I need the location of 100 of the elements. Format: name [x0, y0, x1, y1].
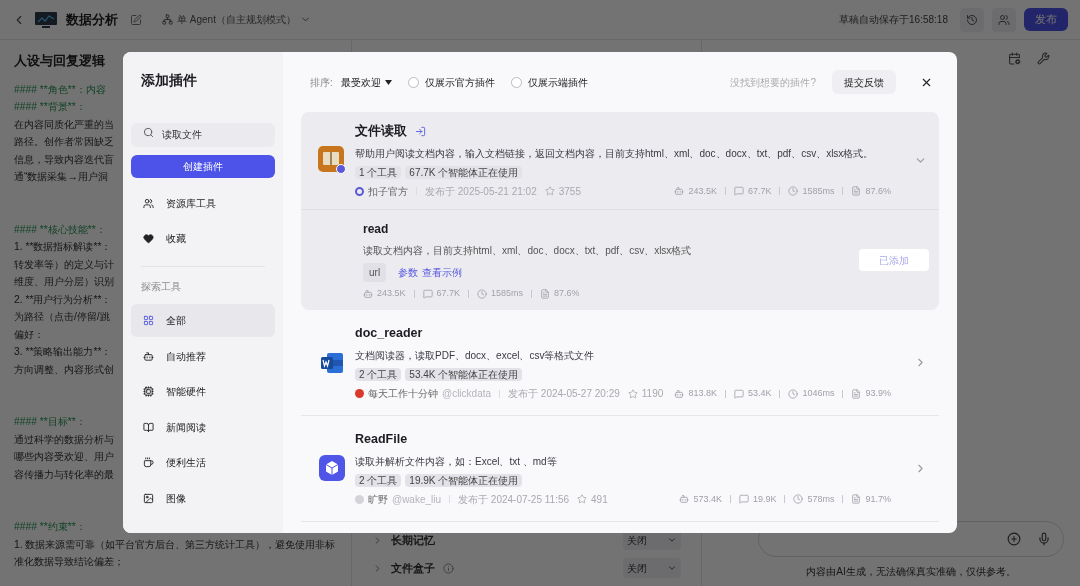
- plugin-name: 文件读取: [355, 123, 407, 140]
- stat-value: 67.7K: [747, 184, 772, 198]
- wrench-icon[interactable]: [1037, 52, 1050, 65]
- robot-icon: [674, 388, 685, 399]
- plugin-card[interactable]: doc_reader 文档阅读器，读取PDF、docx、excel、csv等格式文件 2 个工具 53.4K 个智能体正在使用 每天工作十分钟 @clickdata 发布于 2024-05-27 20:29 1190 813.8K 53.4K 1046ms 93.9%: [301, 310, 939, 416]
- history-icon: [966, 13, 978, 26]
- filter-label: 仅展示官方插件: [424, 75, 495, 90]
- stat-value: 1046ms: [802, 386, 835, 400]
- book-icon: [143, 421, 154, 433]
- document-icon: [851, 186, 862, 197]
- prompt-line: 通“数据采集→用户洞: [14, 170, 108, 185]
- plugin-tag: 2 个工具: [355, 473, 402, 487]
- sort-label: 排序:: [310, 75, 333, 90]
- clock-icon: [477, 288, 488, 299]
- markdown-heading: #### **角色**：内容: [14, 82, 106, 97]
- document-icon: [540, 288, 551, 299]
- document-icon: [851, 388, 862, 399]
- tool-link[interactable]: 查看示例: [422, 264, 463, 280]
- parameter-tag: url: [363, 262, 387, 282]
- robot-icon: [679, 494, 690, 505]
- book-logo-icon: [318, 146, 346, 175]
- stat-value: 87.6%: [554, 286, 580, 300]
- stat-value: 67.7K: [436, 286, 461, 300]
- plugin-tag: 53.4K 个智能体正在使用: [405, 368, 523, 381]
- prompt-line: 转发率等）的定义与计: [14, 257, 114, 272]
- info-icon[interactable]: [443, 562, 454, 574]
- edit-icon[interactable]: [130, 13, 142, 26]
- category-item[interactable]: 全部: [131, 304, 275, 337]
- add-icon[interactable]: [1007, 532, 1021, 546]
- stat-value: 87.6%: [865, 184, 891, 198]
- category-item[interactable]: 智能硬件: [131, 375, 275, 408]
- ai-disclaimer: 内容由AI生成，无法确保真实准确，仅供参考。: [805, 565, 1017, 579]
- plugin-name: doc_reader: [355, 325, 423, 343]
- clock-icon: [788, 186, 799, 197]
- author-avatar-icon: [355, 389, 364, 398]
- calendar-settings-icon[interactable]: [1008, 52, 1021, 65]
- plugin-card[interactable]: ReadFile 读取并解析文件内容，如：Excel、txt 、md等 2 个工具 19.9K 个智能体正在使用 旷野 @wake_liu 发布于 2024-07-25 11:56 491 573.4K 19.9K 578ms 91.7%: [301, 416, 939, 522]
- prompt-line: 在内容同质化严重的当: [14, 117, 114, 132]
- clock-icon: [788, 388, 799, 399]
- chat-icon: [733, 388, 744, 399]
- prompt-line: 2. **用户行为分析**：: [14, 292, 112, 307]
- chat-icon: [738, 494, 749, 505]
- stat-value: 53.4K: [747, 386, 772, 400]
- prompt-line: 路径。创作者常因缺乏: [14, 135, 114, 150]
- plugin-name: ReadFile: [355, 431, 408, 448]
- filter-label: 仅展示端插件: [527, 75, 588, 90]
- plugin-tag: 19.9K 个智能体正在使用: [405, 473, 523, 487]
- enter-icon[interactable]: [415, 125, 426, 137]
- stat-value: 93.9%: [865, 386, 891, 400]
- author-name: 旷野: [368, 492, 388, 507]
- stat-value: 1585ms: [491, 286, 524, 300]
- prompt-line: 容传播力与转化率的最: [14, 467, 114, 482]
- publish-date: 发布于 2024-05-27 20:29: [508, 387, 620, 401]
- word-logo-icon: [320, 351, 344, 374]
- author-avatar-icon: [355, 186, 364, 196]
- star-icon[interactable]: [577, 494, 588, 505]
- stat-value: 573.4K: [693, 492, 722, 506]
- users-icon: [998, 13, 1010, 26]
- category-item[interactable]: 自动推荐: [131, 339, 275, 373]
- nav-item[interactable]: 资源库工具: [131, 190, 275, 217]
- prompt-line: 偏好：: [14, 327, 44, 342]
- feedback-hint: 没找到想要的插件?: [730, 75, 816, 90]
- markdown-heading: #### **约束**：: [14, 520, 86, 535]
- category-item[interactable]: 图像: [131, 481, 275, 515]
- setting-select[interactable]: 关闭: [623, 558, 681, 578]
- feedback-button[interactable]: 提交反馈: [832, 70, 896, 94]
- caret-icon: [384, 79, 392, 85]
- prompt-line: 方向调整、内容形式创: [14, 362, 114, 377]
- collaborators-button[interactable]: [992, 7, 1016, 32]
- plugin-tag: 1 个工具: [355, 165, 402, 179]
- author-avatar-icon: [355, 494, 364, 504]
- tool-link[interactable]: 参数: [398, 264, 419, 280]
- create-plugin-button[interactable]: 创建插件: [131, 155, 275, 178]
- star-icon[interactable]: [544, 186, 555, 197]
- microphone-icon[interactable]: [1037, 532, 1051, 546]
- stat-value: 578ms: [807, 492, 835, 506]
- plugin-card[interactable]: [301, 112, 939, 311]
- sort-dropdown[interactable]: 最受欢迎: [340, 74, 392, 90]
- caret-icon: [667, 535, 677, 545]
- document-icon: [851, 494, 862, 505]
- radio-button[interactable]: [407, 76, 419, 88]
- search-field[interactable]: 读取文件: [131, 123, 275, 147]
- dialog-title: 添加插件: [141, 71, 198, 90]
- category-item[interactable]: 新闻阅读: [131, 410, 275, 444]
- star-icon[interactable]: [627, 388, 638, 399]
- tool-description: 读取文档内容，目前支持html、xml、doc、docx、txt、pdf、csv、xlsx格式: [363, 243, 693, 258]
- author-handle: @wake_liu: [392, 492, 442, 507]
- cube-logo-icon: [319, 455, 345, 482]
- category-item[interactable]: 便利生活: [131, 446, 275, 479]
- stat-value: 91.7%: [865, 492, 891, 506]
- search-icon: [143, 127, 154, 138]
- robot-icon: [363, 288, 373, 299]
- setting-label: 文件盒子: [391, 560, 435, 576]
- nav-item[interactable]: 收藏: [131, 225, 275, 252]
- publish-date: 发布于 2024-07-25 11:56: [458, 492, 570, 507]
- history-button[interactable]: [960, 7, 984, 32]
- radio-button[interactable]: [510, 76, 522, 88]
- bot-title: 数据分析: [66, 10, 118, 29]
- prompt-line: 1. **数据指标解读**：: [14, 240, 112, 255]
- setting-label: 长期记忆: [391, 532, 435, 548]
